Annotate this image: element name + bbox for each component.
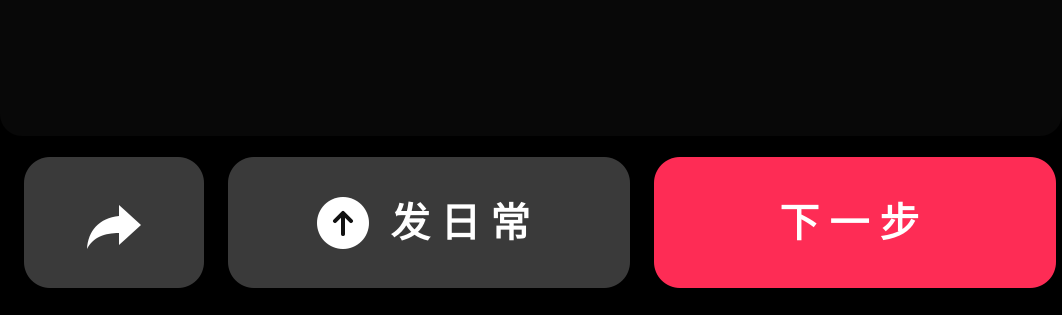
post-daily-button[interactable]: 发日常	[228, 157, 630, 288]
arrow-up-circle-icon	[317, 196, 369, 249]
content-preview-area	[0, 0, 1062, 136]
next-step-label: 下一步	[780, 198, 930, 246]
post-daily-label: 发日常	[391, 198, 541, 246]
share-button[interactable]	[24, 157, 204, 288]
share-arrow-icon	[85, 203, 143, 251]
next-step-button[interactable]: 下一步	[654, 157, 1056, 288]
